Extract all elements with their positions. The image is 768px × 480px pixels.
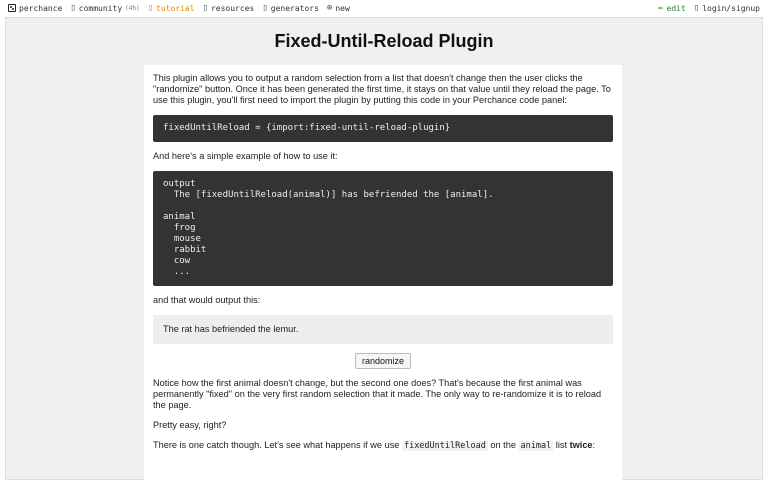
- dice-icon: [8, 4, 16, 12]
- grid-icon: ▯: [262, 3, 268, 13]
- randomize-button[interactable]: randomize: [354, 353, 412, 369]
- nav-tutorial[interactable]: ▯ tutorial: [148, 3, 195, 13]
- example-code-block: output The [fixedUntilReload(animal)] ha…: [153, 171, 613, 286]
- nav-community-label: community: [78, 3, 123, 13]
- folder-icon: ▯: [202, 3, 208, 13]
- top-nav: perchance ▯ community (4h) ▯ tutorial ▯ …: [0, 0, 768, 16]
- nav-generators[interactable]: ▯ generators: [262, 3, 319, 13]
- nav-resources-label: resources: [210, 3, 255, 13]
- randomize-wrap: randomize: [153, 353, 613, 369]
- nav-left: perchance ▯ community (4h) ▯ tutorial ▯ …: [8, 3, 350, 13]
- login-label: login/signup: [702, 3, 760, 13]
- output-intro: and that would output this:: [153, 295, 261, 305]
- nav-perchance-label: perchance: [19, 3, 63, 13]
- login-link[interactable]: ▯ login/signup: [694, 3, 760, 13]
- nav-community[interactable]: ▯ community (4h): [70, 3, 139, 13]
- page-title: Fixed-Until-Reload Plugin: [274, 31, 494, 51]
- nav-tutorial-label: tutorial: [156, 3, 195, 13]
- catch-bold: twice: [569, 440, 593, 450]
- edit-label: edit: [666, 3, 686, 13]
- book-icon: ▯: [147, 3, 154, 13]
- plus-icon: ⊕: [326, 3, 333, 13]
- user-icon: ▯: [693, 3, 700, 13]
- nav-generators-label: generators: [270, 3, 319, 13]
- example-intro: And here's a simple example of how to us…: [153, 151, 338, 161]
- catch-paragraph: There is one catch though. Let's see wha…: [153, 440, 613, 452]
- explanation-paragraph: Notice how the first animal doesn't chan…: [153, 378, 602, 410]
- inline-code-fixed: fixedUntilReload: [401, 441, 488, 451]
- catch-mid: on the: [487, 440, 519, 450]
- nav-right: ✏ edit ▯ login/signup: [658, 3, 760, 13]
- nav-perchance[interactable]: perchance: [8, 4, 62, 13]
- catch-end: :: [592, 440, 596, 450]
- nav-new-label: new: [335, 3, 350, 13]
- tutorial-content: This plugin allows you to output a rando…: [144, 65, 622, 480]
- pencil-icon: ✏: [658, 3, 664, 13]
- inline-code-animal: animal: [518, 441, 554, 451]
- catch-suffix: list: [553, 440, 570, 450]
- nav-new[interactable]: ⊕ new: [327, 3, 350, 13]
- generator-output: The rat has befriended the lemur.: [153, 315, 613, 344]
- import-code-block: fixedUntilReload = {import:fixed-until-r…: [153, 115, 613, 142]
- nav-resources[interactable]: ▯ resources: [203, 3, 255, 13]
- edit-link[interactable]: ✏ edit: [658, 3, 686, 13]
- community-badge: (4h): [125, 4, 140, 12]
- chat-icon: ▯: [70, 3, 76, 13]
- intro-paragraph: This plugin allows you to output a rando…: [153, 73, 611, 105]
- catch-prefix: There is one catch though. Let's see wha…: [153, 440, 402, 450]
- easy-paragraph: Pretty easy, right?: [153, 420, 227, 430]
